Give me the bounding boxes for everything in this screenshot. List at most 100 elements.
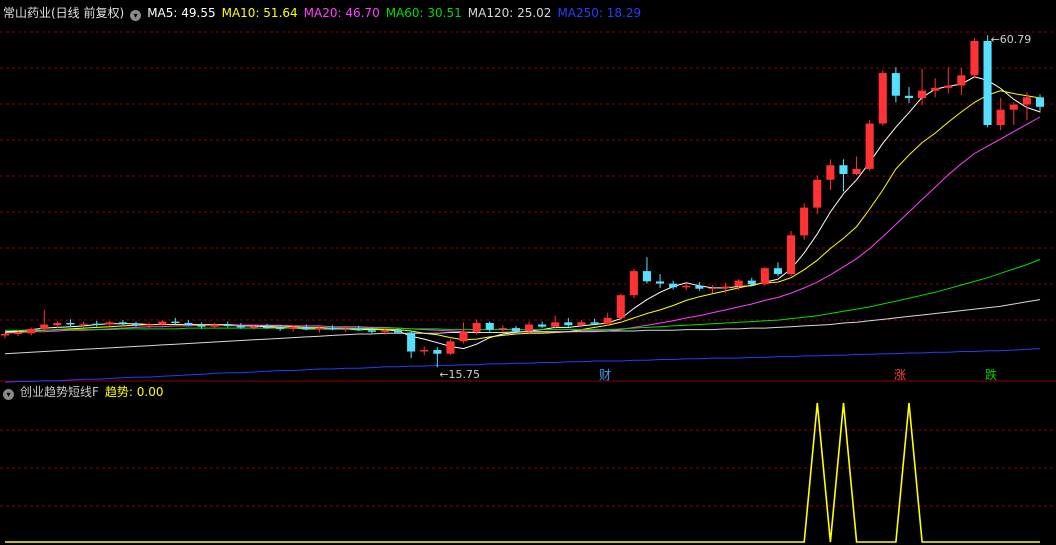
candle[interactable] bbox=[970, 38, 979, 79]
candle-body bbox=[328, 328, 337, 330]
candle[interactable] bbox=[171, 317, 180, 325]
rise-event-tag[interactable]: 涨 bbox=[892, 368, 908, 383]
candle[interactable] bbox=[407, 331, 416, 359]
candle[interactable] bbox=[1009, 102, 1018, 126]
candle[interactable] bbox=[760, 266, 769, 286]
candle-body bbox=[669, 283, 678, 288]
candle[interactable] bbox=[852, 156, 861, 176]
candle-body bbox=[983, 41, 992, 125]
candle-body bbox=[695, 285, 704, 289]
stock-chart[interactable]: ←60.79 ←15.75 bbox=[0, 0, 1056, 545]
candle-body bbox=[184, 323, 193, 326]
candle-body bbox=[236, 325, 245, 328]
candle-body bbox=[800, 207, 809, 236]
candle-body bbox=[564, 322, 573, 326]
candle-body bbox=[0, 334, 10, 336]
ma20-label: MA20: 46.70 bbox=[303, 6, 380, 20]
candle[interactable] bbox=[92, 320, 101, 327]
candle-body bbox=[957, 75, 966, 86]
candle[interactable] bbox=[839, 159, 848, 192]
candle[interactable] bbox=[708, 285, 717, 294]
candle[interactable] bbox=[459, 322, 468, 344]
candle-body bbox=[433, 350, 442, 354]
candle[interactable] bbox=[656, 274, 665, 288]
candle-body bbox=[341, 328, 350, 330]
candle-body bbox=[14, 332, 23, 334]
candle[interactable] bbox=[957, 68, 966, 96]
candle-body bbox=[577, 322, 586, 326]
candle-body bbox=[970, 41, 979, 76]
indicator-panel bbox=[5, 402, 1040, 543]
finance-event-tag[interactable]: 财 bbox=[597, 368, 613, 383]
candle[interactable] bbox=[485, 321, 494, 332]
candle[interactable] bbox=[918, 68, 927, 106]
candle-body bbox=[826, 165, 835, 180]
candle[interactable] bbox=[642, 257, 651, 284]
candle[interactable] bbox=[394, 328, 403, 334]
candle[interactable] bbox=[813, 175, 822, 215]
candle[interactable] bbox=[773, 262, 782, 277]
settings-circle-icon[interactable]: ▾ bbox=[3, 389, 14, 400]
candle[interactable] bbox=[158, 320, 167, 326]
candle-body bbox=[616, 295, 625, 318]
candle[interactable] bbox=[498, 325, 507, 333]
candle-body bbox=[590, 322, 599, 324]
candle[interactable] bbox=[629, 268, 638, 299]
candle[interactable] bbox=[446, 339, 455, 356]
candle[interactable] bbox=[27, 327, 36, 336]
candle[interactable] bbox=[40, 309, 49, 331]
candle[interactable] bbox=[184, 320, 193, 326]
candle-body bbox=[852, 168, 861, 174]
candle[interactable] bbox=[695, 282, 704, 291]
ma10-label: MA10: 51.64 bbox=[221, 6, 298, 20]
candle[interactable] bbox=[420, 346, 429, 356]
candle-body bbox=[407, 332, 416, 352]
candle-body bbox=[66, 323, 75, 325]
candle-body bbox=[171, 321, 180, 324]
candle[interactable] bbox=[787, 230, 796, 277]
candle-body bbox=[485, 323, 494, 330]
candle-body bbox=[734, 280, 743, 287]
candle[interactable] bbox=[433, 347, 442, 368]
candle-body bbox=[708, 287, 717, 289]
settings-circle-icon[interactable]: ▾ bbox=[130, 10, 142, 21]
ma-line-ma10 bbox=[4, 90, 1041, 341]
candle[interactable] bbox=[996, 97, 1005, 131]
grid-lines bbox=[0, 31, 1056, 507]
fall-event-tag[interactable]: 跌 bbox=[983, 368, 999, 383]
candle-body bbox=[878, 73, 887, 124]
candle[interactable] bbox=[551, 315, 560, 329]
candle-body bbox=[79, 323, 88, 325]
candle-body bbox=[158, 321, 167, 325]
candle[interactable] bbox=[603, 312, 612, 326]
candle-body bbox=[420, 350, 429, 352]
candle[interactable] bbox=[538, 321, 547, 329]
candle-body bbox=[656, 281, 665, 284]
candle-body bbox=[289, 327, 298, 329]
candle-body bbox=[302, 327, 311, 330]
candle-body bbox=[53, 323, 62, 326]
candle-body bbox=[773, 268, 782, 274]
candle-body bbox=[511, 328, 520, 331]
candle-body bbox=[1009, 104, 1018, 110]
candle[interactable] bbox=[891, 67, 900, 103]
candle[interactable] bbox=[944, 67, 953, 94]
candle[interactable] bbox=[341, 326, 350, 332]
candle[interactable] bbox=[865, 119, 874, 172]
candle-body bbox=[276, 328, 285, 330]
candle[interactable] bbox=[564, 317, 573, 327]
candle-body bbox=[839, 165, 848, 174]
candle-body bbox=[525, 324, 534, 332]
candle-body bbox=[498, 328, 507, 330]
candle[interactable] bbox=[118, 320, 127, 326]
candle[interactable] bbox=[878, 70, 887, 126]
candle[interactable] bbox=[826, 159, 835, 191]
candle-body bbox=[551, 322, 560, 327]
candle[interactable] bbox=[105, 320, 114, 327]
candle[interactable] bbox=[904, 87, 913, 104]
candle[interactable] bbox=[931, 78, 940, 98]
candle[interactable] bbox=[983, 35, 992, 128]
candle[interactable] bbox=[800, 203, 809, 240]
candle[interactable] bbox=[132, 321, 141, 327]
candle[interactable] bbox=[616, 293, 625, 321]
